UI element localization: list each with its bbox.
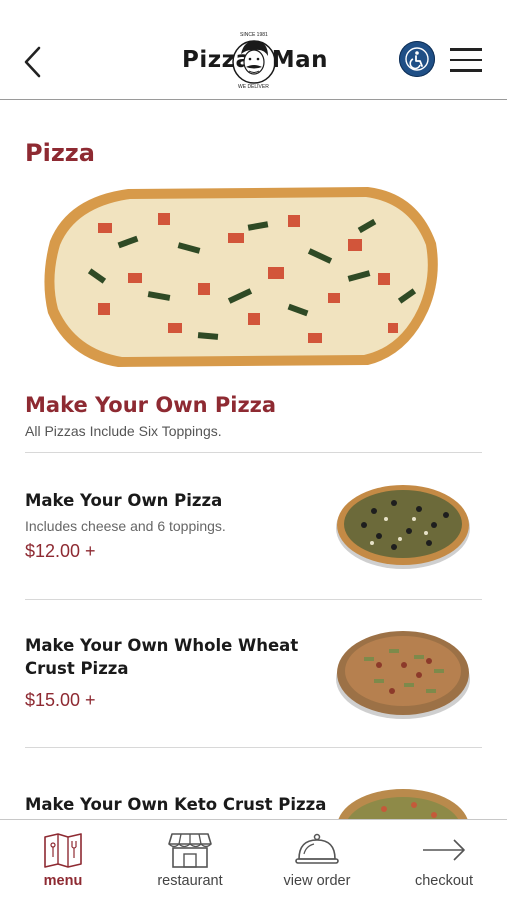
pizza-thumbnail <box>336 631 470 719</box>
menu-content[interactable]: Pizza Make Your Own Pizza All Pizzas Inc… <box>0 101 507 819</box>
nav-restaurant[interactable]: restaurant <box>127 820 253 900</box>
pizza-hero-image <box>44 187 438 367</box>
section-title: Make Your Own Pizza <box>25 393 277 417</box>
item-description: Includes cheese and 6 toppings. <box>25 518 226 534</box>
nav-checkout[interactable]: checkout <box>381 820 507 900</box>
logo-text-right: Man <box>271 47 328 73</box>
arrow-right-icon <box>423 839 465 861</box>
hamburger-line <box>450 69 482 72</box>
menu-book-icon <box>44 833 82 868</box>
category-title: Pizza <box>25 139 95 167</box>
divider <box>25 747 482 748</box>
hamburger-line <box>450 58 482 61</box>
section-subtitle: All Pizzas Include Six Toppings. <box>25 423 222 439</box>
brand-logo[interactable]: Pizza Man SINCE 1981 WE DELIVER <box>178 30 330 96</box>
item-price: $15.00 + <box>25 690 96 710</box>
pizza-thumbnail <box>336 485 470 569</box>
pizza-thumbnail <box>338 789 468 819</box>
cloche-icon <box>295 833 339 864</box>
hamburger-line <box>450 48 482 51</box>
logo-tagline: WE DELIVER <box>238 84 269 90</box>
nav-label: checkout <box>414 873 474 889</box>
storefront-icon <box>168 833 212 868</box>
item-title: Make Your Own Whole Wheat Crust Pizza <box>25 636 299 678</box>
nav-menu[interactable]: menu <box>0 820 126 900</box>
accessibility-button[interactable] <box>399 41 435 77</box>
divider <box>25 452 482 453</box>
logo-face-icon <box>232 40 276 84</box>
nav-label: view order <box>283 873 351 889</box>
chevron-left-icon <box>24 46 41 78</box>
hamburger-menu-button[interactable] <box>450 48 482 74</box>
app-header: Pizza Man SINCE 1981 WE DELIVER <box>0 0 507 100</box>
bottom-navigation: menu restaurant view order checkout <box>0 819 507 900</box>
logo-since: SINCE 1981 <box>240 32 268 38</box>
divider <box>25 599 482 600</box>
item-title: Make Your Own Keto Crust Pizza <box>25 795 327 814</box>
item-title: Make Your Own Pizza <box>25 491 223 510</box>
nav-view-order[interactable]: view order <box>254 820 380 900</box>
back-button[interactable] <box>18 42 48 82</box>
nav-label: restaurant <box>157 873 223 889</box>
item-price: $12.00 + <box>25 541 96 561</box>
nav-label: menu <box>43 873 83 889</box>
accessibility-icon <box>405 47 429 71</box>
